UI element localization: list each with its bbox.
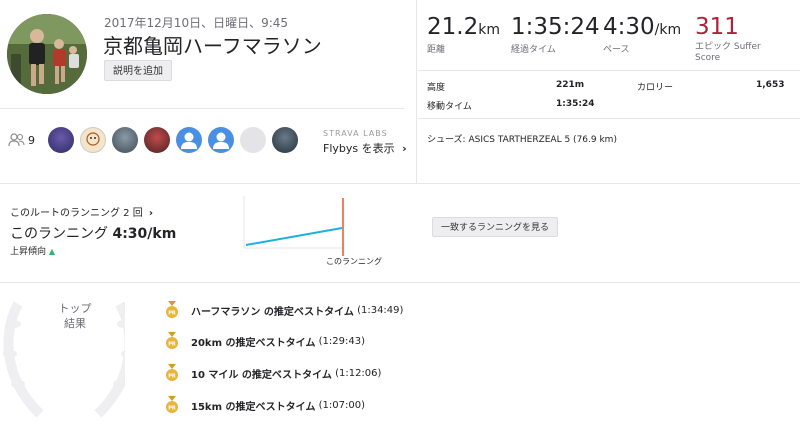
pace-label: ペース [603,45,630,55]
chevron-right-icon: › [148,208,154,219]
trend-line [245,227,343,246]
trend-indicator: 上昇傾向 ▲ [10,247,56,257]
route-runs-label: このルートのランニング 2 回 [10,208,143,219]
people-icon [8,132,26,151]
activity-photo[interactable] [7,14,87,94]
moving-time-label: 移動タイム [427,102,472,112]
header-divider [0,108,404,109]
elevation-label: 高度 [427,83,446,93]
route-runs-link[interactable]: このルートのランニング 2 回 › [10,204,153,219]
stats-divider [418,70,800,71]
elevation-value: 221m [556,80,585,90]
chevron-right-icon: › [402,142,407,155]
athlete-avatar[interactable] [176,127,202,153]
achievement-row[interactable]: PR 15km の推定ベストタイム (1:07:00) [165,396,365,414]
elapsed-time-label: 経過タイム [511,45,556,55]
up-triangle-icon: ▲ [48,247,56,256]
calories-value: 1,653 [756,80,785,90]
suffer-score-label: エピック Suffer Score [695,42,761,63]
top-results-title: トップ 結果 [58,302,92,330]
achievement-row[interactable]: PR 10 マイル の推定ベストタイム (1:12:06) [165,364,381,382]
add-description-button[interactable]: 説明を追加 [104,60,172,81]
medal-icon: PR [166,301,178,318]
flybys-link[interactable]: Flybys を表示 › [323,140,407,156]
athlete-avatar[interactable] [144,127,170,153]
athlete-avatar[interactable] [48,127,74,153]
svg-text:PR: PR [168,311,176,317]
svg-text:PR: PR [168,406,176,412]
pace-value: 4:30/km [603,14,682,40]
svg-text:PR: PR [168,374,176,380]
achievement-row[interactable]: PR 20km の推定ベストタイム (1:29:43) [165,332,365,350]
section-divider [0,183,800,184]
route-trend-chart [243,196,344,256]
details-divider [418,118,800,119]
distance-label: 距離 [427,45,446,55]
route-pace: このランニング 4:30/km [10,226,177,242]
svg-text:PR: PR [168,342,176,348]
athlete-avatar[interactable] [112,127,138,153]
distance-value: 21.2km [427,14,500,40]
achievement-row[interactable]: PR ハーフマラソン の推定ベストタイム (1:34:49) [165,301,403,319]
results-divider [0,282,800,283]
strava-labs-label: STRAVA LABS [323,129,388,138]
shoes-info[interactable]: シューズ: ASICS TARTHERZEAL 5 (76.9 km) [427,131,637,149]
athlete-avatar[interactable] [208,127,234,153]
moving-time-value: 1:35:24 [556,99,595,109]
flybys-label: Flybys を表示 [323,142,395,155]
athlete-avatar[interactable] [80,127,106,153]
matched-runs-button[interactable]: 一致するランニングを見る [432,217,559,237]
athlete-avatar[interactable] [240,127,266,153]
suffer-score-value[interactable]: 311 [695,14,739,40]
this-run-label: このランニング [326,257,382,266]
athlete-count[interactable]: 9 [28,134,35,147]
calories-label: カロリー [637,83,674,93]
header-vertical-divider [416,0,417,183]
medal-icon: PR [166,364,178,381]
activity-title[interactable]: 京都亀岡ハーフマラソン [103,30,322,59]
medal-icon: PR [166,332,178,349]
elapsed-time-value: 1:35:24 [511,14,600,40]
athlete-avatar[interactable] [272,127,298,153]
medal-icon: PR [166,396,178,413]
activity-date: 2017年12月10日、日曜日、9:45 [104,16,289,30]
